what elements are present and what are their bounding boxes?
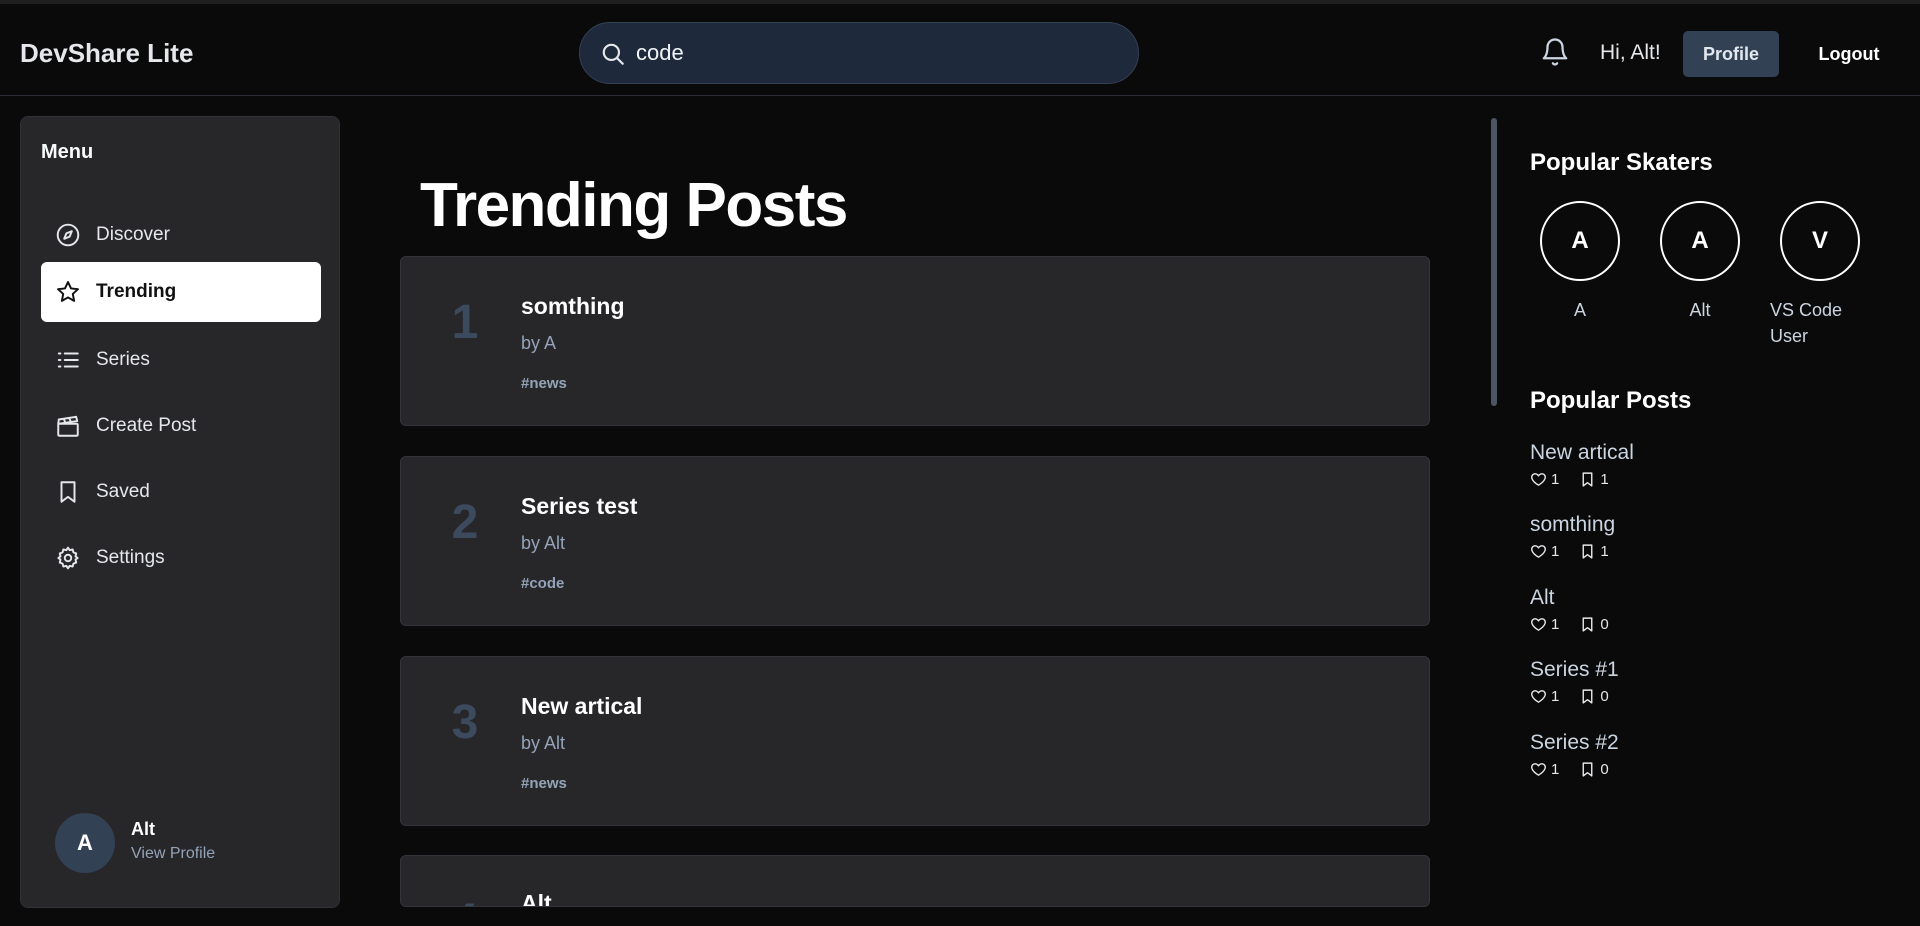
post-author[interactable]: by A xyxy=(521,333,556,354)
page-bottom-strip xyxy=(0,908,1920,926)
brand-logo[interactable]: DevShare Lite xyxy=(20,38,193,69)
sidebar-item-series[interactable]: Series xyxy=(41,330,321,390)
post-card[interactable]: 4 Alt xyxy=(400,855,1430,907)
view-profile-link[interactable]: View Profile xyxy=(131,845,215,863)
popular-skaters-title: Popular Skaters xyxy=(1530,149,1713,176)
sidebar-item-label: Create Post xyxy=(96,415,197,436)
post-card[interactable]: 1 somthing by A #news xyxy=(400,256,1430,426)
post-card[interactable]: 3 New artical by Alt #news xyxy=(400,656,1430,826)
popular-post-title[interactable]: New artical xyxy=(1530,441,1634,465)
post-title[interactable]: Alt xyxy=(521,890,552,906)
post-author[interactable]: by Alt xyxy=(521,733,565,754)
save-count: 1 xyxy=(1600,471,1609,488)
post-title[interactable]: somthing xyxy=(521,293,625,320)
popular-post-stats: 1 0 xyxy=(1530,616,1609,633)
popular-post-item[interactable]: Series #2 1 0 xyxy=(1530,731,1619,778)
compass-icon xyxy=(55,222,81,248)
list-icon xyxy=(55,347,81,373)
like-count: 1 xyxy=(1551,471,1560,488)
post-author[interactable]: by Alt xyxy=(521,533,565,554)
menu-title: Menu xyxy=(41,141,94,163)
bookmark-icon xyxy=(1582,762,1593,777)
popular-posts-title: Popular Posts xyxy=(1530,387,1692,414)
popular-post-stats: 1 0 xyxy=(1530,761,1619,778)
popular-post-stats: 1 1 xyxy=(1530,543,1615,560)
sidebar-item-label: Trending xyxy=(96,281,177,302)
search-icon xyxy=(602,43,624,65)
skater-name: A xyxy=(1573,300,1586,320)
heart-icon xyxy=(1531,618,1546,631)
save-count: 1 xyxy=(1600,543,1609,560)
skater-avatar[interactable]: A xyxy=(1660,201,1740,281)
popular-post-item[interactable]: somthing 1 1 xyxy=(1530,513,1615,560)
avatar[interactable]: A xyxy=(55,813,115,873)
popular-post-title[interactable]: somthing xyxy=(1530,513,1615,537)
popular-post-stats: 1 0 xyxy=(1530,688,1619,705)
popular-post-item[interactable]: Series #1 1 0 xyxy=(1530,658,1619,705)
skater-item[interactable]: A A xyxy=(1530,201,1630,323)
sidebar-item-label: Saved xyxy=(96,481,150,502)
save-count: 0 xyxy=(1600,688,1609,705)
post-rank: 3 xyxy=(451,696,479,749)
bell-icon[interactable] xyxy=(1540,37,1570,67)
logout-button[interactable]: Logout xyxy=(1799,31,1899,77)
like-count: 1 xyxy=(1551,688,1560,705)
star-icon xyxy=(55,279,81,305)
skater-avatar[interactable]: V xyxy=(1780,201,1860,281)
skater-name: VS Code User xyxy=(1770,300,1843,346)
skater-avatar[interactable]: A xyxy=(1540,201,1620,281)
like-count: 1 xyxy=(1551,761,1560,778)
heart-icon xyxy=(1531,763,1546,776)
post-tag[interactable]: #code xyxy=(521,575,564,592)
sidebar-item-saved[interactable]: Saved xyxy=(41,462,321,522)
post-rank: 4 xyxy=(445,894,485,906)
heart-icon xyxy=(1531,690,1546,703)
profile-button[interactable]: Profile xyxy=(1683,31,1779,77)
sidebar-item-label: Settings xyxy=(96,547,165,568)
search-bar[interactable] xyxy=(579,22,1139,84)
bookmark-icon xyxy=(1582,689,1593,704)
skater-item[interactable]: V VS Code User xyxy=(1770,201,1870,349)
bookmark-icon xyxy=(1582,472,1593,487)
user-greeting: Hi, Alt! xyxy=(1600,41,1661,64)
user-name: Alt xyxy=(131,819,155,839)
post-card[interactable]: 2 Series test by Alt #code xyxy=(400,456,1430,626)
scrollbar-thumb[interactable] xyxy=(1491,118,1497,406)
heart-icon xyxy=(1531,473,1546,486)
popular-post-stats: 1 1 xyxy=(1530,471,1634,488)
sidebar-item-trending[interactable]: Trending xyxy=(41,262,321,322)
bookmark-icon xyxy=(1582,544,1593,559)
sidebar-item-label: Series xyxy=(96,349,150,370)
post-tag[interactable]: #news xyxy=(521,375,567,392)
gear-icon xyxy=(55,545,81,571)
post-rank: 1 xyxy=(451,296,479,349)
sidebar-item-settings[interactable]: Settings xyxy=(41,528,321,588)
sidebar-item-discover[interactable]: Discover xyxy=(41,205,321,265)
save-count: 0 xyxy=(1600,616,1609,633)
bookmark-icon xyxy=(1582,617,1593,632)
post-title[interactable]: New artical xyxy=(521,693,642,720)
like-count: 1 xyxy=(1551,616,1560,633)
save-count: 0 xyxy=(1600,761,1609,778)
popular-post-item[interactable]: Alt 1 0 xyxy=(1530,586,1609,633)
sidebar-item-label: Discover xyxy=(96,224,170,245)
heart-icon xyxy=(1531,545,1546,558)
post-title[interactable]: Series test xyxy=(521,493,637,520)
clapperboard-icon xyxy=(55,413,81,439)
skater-item[interactable]: A Alt xyxy=(1650,201,1750,323)
top-header: DevShare Lite Hi, Alt! Profile Logout xyxy=(0,0,1920,96)
like-count: 1 xyxy=(1551,543,1560,560)
popular-post-title[interactable]: Series #1 xyxy=(1530,658,1619,682)
popular-post-title[interactable]: Alt xyxy=(1530,586,1609,610)
search-input[interactable] xyxy=(636,35,1106,71)
popular-post-item[interactable]: New artical 1 1 xyxy=(1530,441,1634,488)
sidebar-item-create-post[interactable]: Create Post xyxy=(41,396,321,456)
page-title: Trending Posts xyxy=(420,171,848,240)
post-rank: 2 xyxy=(451,496,479,549)
sidebar: Menu Discover Trending Series Create Pos… xyxy=(20,116,340,908)
post-tag[interactable]: #news xyxy=(521,775,567,792)
popular-post-title[interactable]: Series #2 xyxy=(1530,731,1619,755)
skater-name: Alt xyxy=(1689,300,1711,320)
bookmark-icon xyxy=(55,479,81,505)
